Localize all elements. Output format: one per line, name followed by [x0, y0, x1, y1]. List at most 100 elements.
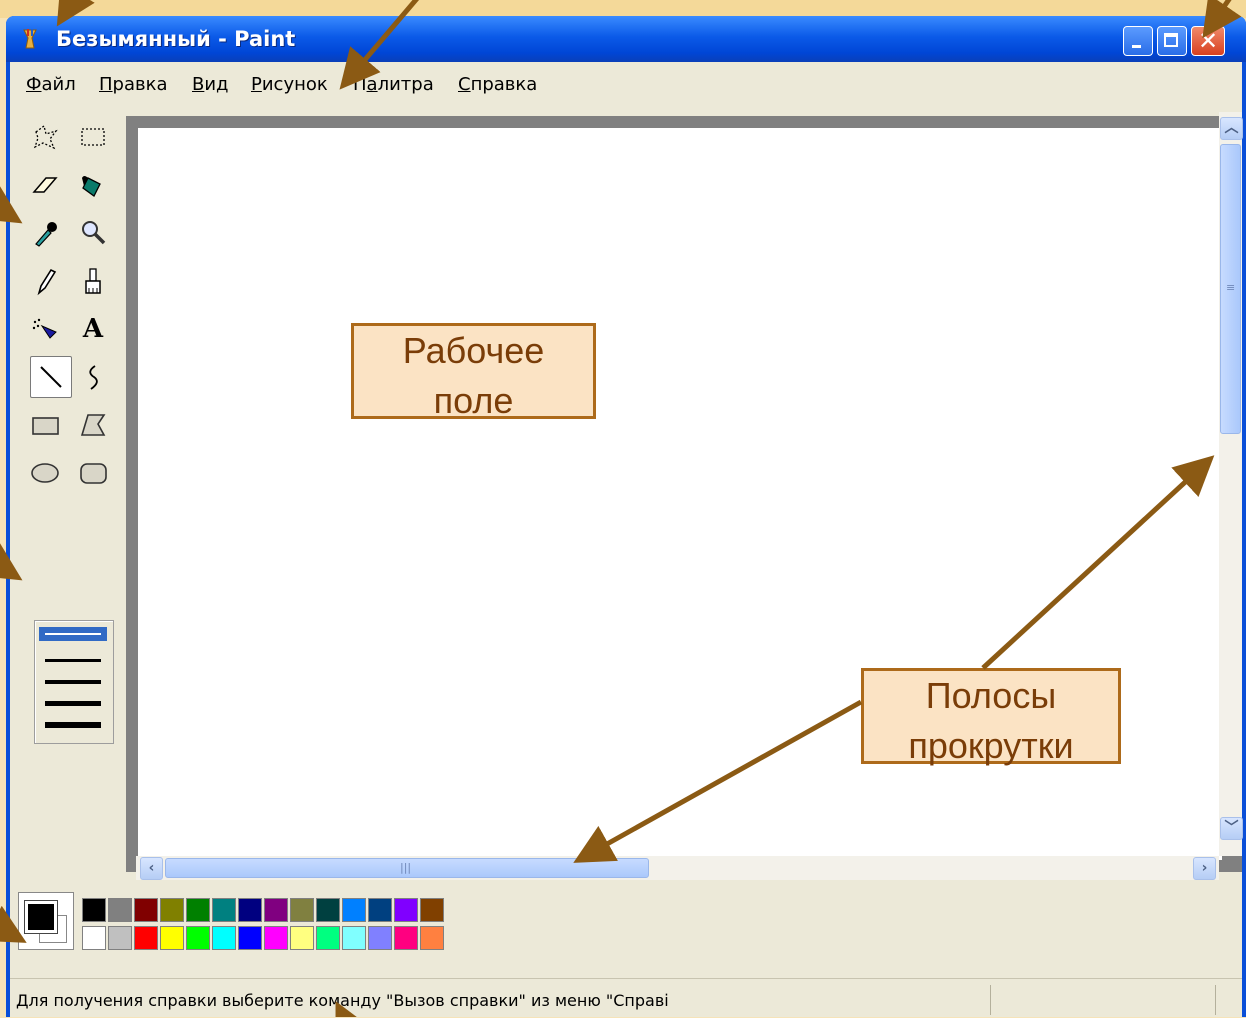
color-swatch[interactable]: [186, 898, 210, 922]
title-bar[interactable]: Безымянный - Paint ✕: [6, 16, 1246, 62]
menu-file-mnemonic: Ф: [26, 74, 42, 95]
line-width-5[interactable]: [45, 722, 101, 728]
callout-work-area-line1: Рабочее: [402, 330, 545, 371]
menu-palette-prefix: П: [353, 74, 367, 95]
menu-file[interactable]: Файл: [26, 74, 76, 95]
color-swatch[interactable]: [290, 926, 314, 950]
scroll-down-button[interactable]: ﹀: [1220, 817, 1243, 840]
status-bar: Для получения справки выберите команду "…: [10, 978, 1242, 1018]
color-swatch[interactable]: [420, 926, 444, 950]
color-swatch[interactable]: [108, 898, 132, 922]
color-palette: [18, 892, 538, 960]
vertical-scroll-thumb[interactable]: ≡: [1220, 144, 1241, 434]
color-swatch[interactable]: [186, 926, 210, 950]
rectangle-tool-icon[interactable]: [24, 404, 66, 446]
vertical-grip-icon: ≡: [1226, 281, 1236, 294]
color-swatch[interactable]: [394, 898, 418, 922]
ellipse-tool-icon[interactable]: [24, 452, 66, 494]
color-swatch[interactable]: [134, 926, 158, 950]
line-width-3[interactable]: [45, 680, 101, 684]
color-swatch[interactable]: [394, 926, 418, 950]
color-swatch[interactable]: [160, 898, 184, 922]
color-swatch[interactable]: [368, 898, 392, 922]
status-text: Для получения справки выберите команду "…: [16, 991, 669, 1010]
line-width-selector: [34, 620, 114, 744]
menu-image[interactable]: Рисунок: [251, 74, 328, 95]
status-divider: [990, 985, 991, 1015]
color-swatch[interactable]: [264, 926, 288, 950]
color-swatch[interactable]: [342, 898, 366, 922]
rounded-rect-tool-icon[interactable]: [72, 452, 114, 494]
free-form-select-icon[interactable]: [24, 116, 66, 158]
curve-tool-icon[interactable]: [72, 356, 114, 398]
color-swatch[interactable]: [82, 898, 106, 922]
foreground-color: [24, 900, 58, 934]
scroll-up-button[interactable]: ︿: [1220, 117, 1243, 140]
menu-image-label: исунок: [261, 74, 328, 95]
fill-bucket-icon[interactable]: [72, 164, 114, 206]
color-swatch[interactable]: [238, 926, 262, 950]
maximize-icon: [1164, 33, 1178, 47]
close-icon: ✕: [1197, 27, 1219, 55]
menu-help-label: правка: [470, 74, 538, 95]
window-title: Безымянный - Paint: [56, 27, 296, 51]
color-swatch[interactable]: [108, 926, 132, 950]
color-swatch[interactable]: [316, 926, 340, 950]
paint-app-icon: [23, 29, 37, 49]
vertical-scrollbar[interactable]: ︿ ≡ ﹀: [1219, 112, 1243, 856]
magnifier-icon[interactable]: [72, 212, 114, 254]
menu-help[interactable]: Справка: [458, 74, 537, 95]
color-swatch[interactable]: [368, 926, 392, 950]
eraser-icon[interactable]: [24, 164, 66, 206]
menu-edit-mnemonic: П: [99, 74, 113, 95]
menu-palette-label: литра: [377, 74, 434, 95]
menu-edit-label: равка: [112, 74, 168, 95]
menu-view[interactable]: Вид: [192, 74, 229, 95]
status-divider: [1215, 985, 1216, 1015]
scroll-left-button[interactable]: ‹: [140, 857, 163, 880]
color-swatch[interactable]: [134, 898, 158, 922]
line-width-1[interactable]: [45, 633, 101, 635]
menu-file-label: айл: [41, 74, 76, 95]
horizontal-scrollbar[interactable]: ‹ ||| ›: [136, 856, 1219, 880]
color-swatch[interactable]: [82, 926, 106, 950]
minimize-button[interactable]: [1123, 26, 1153, 56]
color-swatch[interactable]: [420, 898, 444, 922]
color-swatch[interactable]: [212, 898, 236, 922]
rect-select-icon[interactable]: [72, 116, 114, 158]
color-swatch[interactable]: [212, 926, 236, 950]
polygon-tool-icon[interactable]: [72, 404, 114, 446]
airbrush-icon[interactable]: [24, 308, 66, 350]
horizontal-scroll-thumb[interactable]: |||: [165, 858, 649, 878]
menu-help-mnemonic: С: [458, 74, 471, 95]
color-swatch[interactable]: [264, 898, 288, 922]
color-swatch[interactable]: [290, 898, 314, 922]
color-swatch[interactable]: [316, 898, 340, 922]
callout-scrollbars-line2: прокрутки: [908, 725, 1074, 766]
menu-view-label: ид: [204, 74, 229, 95]
menu-edit[interactable]: Правка: [99, 74, 168, 95]
text-tool-icon[interactable]: A: [72, 308, 114, 350]
current-colors[interactable]: [18, 892, 74, 950]
horizontal-grip-icon: |||: [400, 861, 412, 874]
menu-palette[interactable]: Палитра: [353, 74, 434, 95]
color-swatch[interactable]: [238, 898, 262, 922]
menu-palette-mnemonic: а: [366, 74, 378, 95]
menu-view-mnemonic: В: [192, 74, 205, 95]
line-width-4[interactable]: [45, 701, 101, 706]
close-button[interactable]: ✕: [1191, 26, 1225, 56]
line-width-2[interactable]: [45, 659, 101, 662]
maximize-button[interactable]: [1157, 26, 1187, 56]
color-swatch[interactable]: [160, 926, 184, 950]
line-tool-icon[interactable]: [30, 356, 72, 398]
pencil-icon[interactable]: [24, 260, 66, 302]
callout-scrollbars: Полосы прокрутки: [861, 668, 1121, 766]
menu-bar: Файл Правка Вид Рисунок Палитра Справка: [10, 62, 1242, 102]
brush-icon[interactable]: [72, 260, 114, 302]
minimize-icon: [1132, 45, 1141, 48]
menu-image-mnemonic: Р: [251, 74, 262, 95]
color-swatch[interactable]: [342, 926, 366, 950]
scroll-right-button[interactable]: ›: [1193, 857, 1216, 880]
color-picker-icon[interactable]: [24, 212, 66, 254]
paint-window: Безымянный - Paint ✕ Файл Правка Вид Рис…: [6, 16, 1246, 1017]
